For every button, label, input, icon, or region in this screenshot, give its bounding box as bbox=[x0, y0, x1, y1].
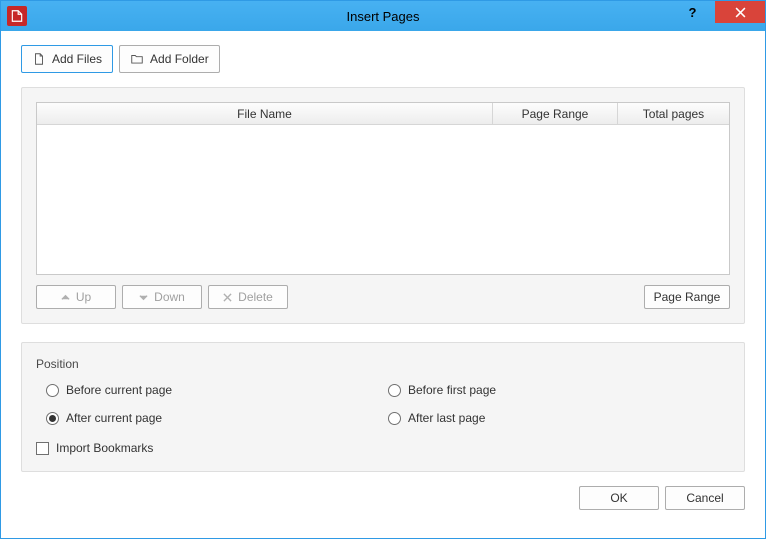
add-files-button[interactable]: Add Files bbox=[21, 45, 113, 73]
radio-after-last[interactable]: After last page bbox=[388, 411, 730, 425]
add-folder-label: Add Folder bbox=[150, 52, 209, 66]
chevron-up-icon bbox=[61, 293, 70, 302]
delete-label: Delete bbox=[238, 290, 273, 304]
dialog-window: Insert Pages ? Add Files Add Folder bbox=[0, 0, 766, 539]
radio-before-current[interactable]: Before current page bbox=[46, 383, 388, 397]
radio-label: After current page bbox=[66, 411, 162, 425]
table-header: File Name Page Range Total pages bbox=[37, 103, 729, 125]
x-icon bbox=[223, 293, 232, 302]
page-range-label: Page Range bbox=[654, 290, 721, 304]
position-panel: Position Before current page Before firs… bbox=[21, 342, 745, 472]
up-label: Up bbox=[76, 290, 91, 304]
radio-icon bbox=[388, 384, 401, 397]
chevron-down-icon bbox=[139, 293, 148, 302]
radio-after-current[interactable]: After current page bbox=[46, 411, 388, 425]
table-body[interactable] bbox=[37, 125, 729, 274]
import-bookmarks-checkbox[interactable]: Import Bookmarks bbox=[36, 441, 730, 455]
add-files-label: Add Files bbox=[52, 52, 102, 66]
cancel-button[interactable]: Cancel bbox=[665, 486, 745, 510]
files-table[interactable]: File Name Page Range Total pages bbox=[36, 102, 730, 275]
dialog-footer: OK Cancel bbox=[21, 486, 745, 510]
col-pagerange[interactable]: Page Range bbox=[493, 103, 618, 124]
radio-label: Before current page bbox=[66, 383, 172, 397]
close-button[interactable] bbox=[715, 1, 765, 23]
radio-icon bbox=[46, 384, 59, 397]
file-actions: Up Down Delete Page Range bbox=[36, 285, 730, 309]
radio-label: Before first page bbox=[408, 383, 496, 397]
window-controls: ? bbox=[670, 1, 765, 31]
add-file-icon bbox=[32, 52, 46, 66]
add-folder-button[interactable]: Add Folder bbox=[119, 45, 220, 73]
up-button[interactable]: Up bbox=[36, 285, 116, 309]
ok-button[interactable]: OK bbox=[579, 486, 659, 510]
col-totalpages[interactable]: Total pages bbox=[618, 103, 729, 124]
files-panel: File Name Page Range Total pages Up Down bbox=[21, 87, 745, 324]
help-button[interactable]: ? bbox=[670, 1, 715, 23]
delete-button[interactable]: Delete bbox=[208, 285, 288, 309]
app-icon bbox=[7, 6, 27, 26]
ok-label: OK bbox=[610, 491, 627, 505]
radio-before-first[interactable]: Before first page bbox=[388, 383, 730, 397]
checkbox-label: Import Bookmarks bbox=[56, 441, 153, 455]
radio-icon bbox=[46, 412, 59, 425]
client-area: Add Files Add Folder File Name Page Rang… bbox=[1, 31, 765, 538]
checkbox-icon bbox=[36, 442, 49, 455]
down-label: Down bbox=[154, 290, 185, 304]
down-button[interactable]: Down bbox=[122, 285, 202, 309]
radio-icon bbox=[388, 412, 401, 425]
close-icon bbox=[735, 7, 746, 18]
titlebar: Insert Pages ? bbox=[1, 1, 765, 31]
position-options: Before current page Before first page Af… bbox=[46, 383, 730, 425]
position-group-label: Position bbox=[36, 357, 730, 371]
page-range-button[interactable]: Page Range bbox=[644, 285, 730, 309]
radio-label: After last page bbox=[408, 411, 485, 425]
cancel-label: Cancel bbox=[686, 491, 723, 505]
file-add-toolbar: Add Files Add Folder bbox=[21, 45, 745, 73]
window-title: Insert Pages bbox=[1, 9, 765, 24]
add-folder-icon bbox=[130, 52, 144, 66]
col-filename[interactable]: File Name bbox=[37, 103, 493, 124]
